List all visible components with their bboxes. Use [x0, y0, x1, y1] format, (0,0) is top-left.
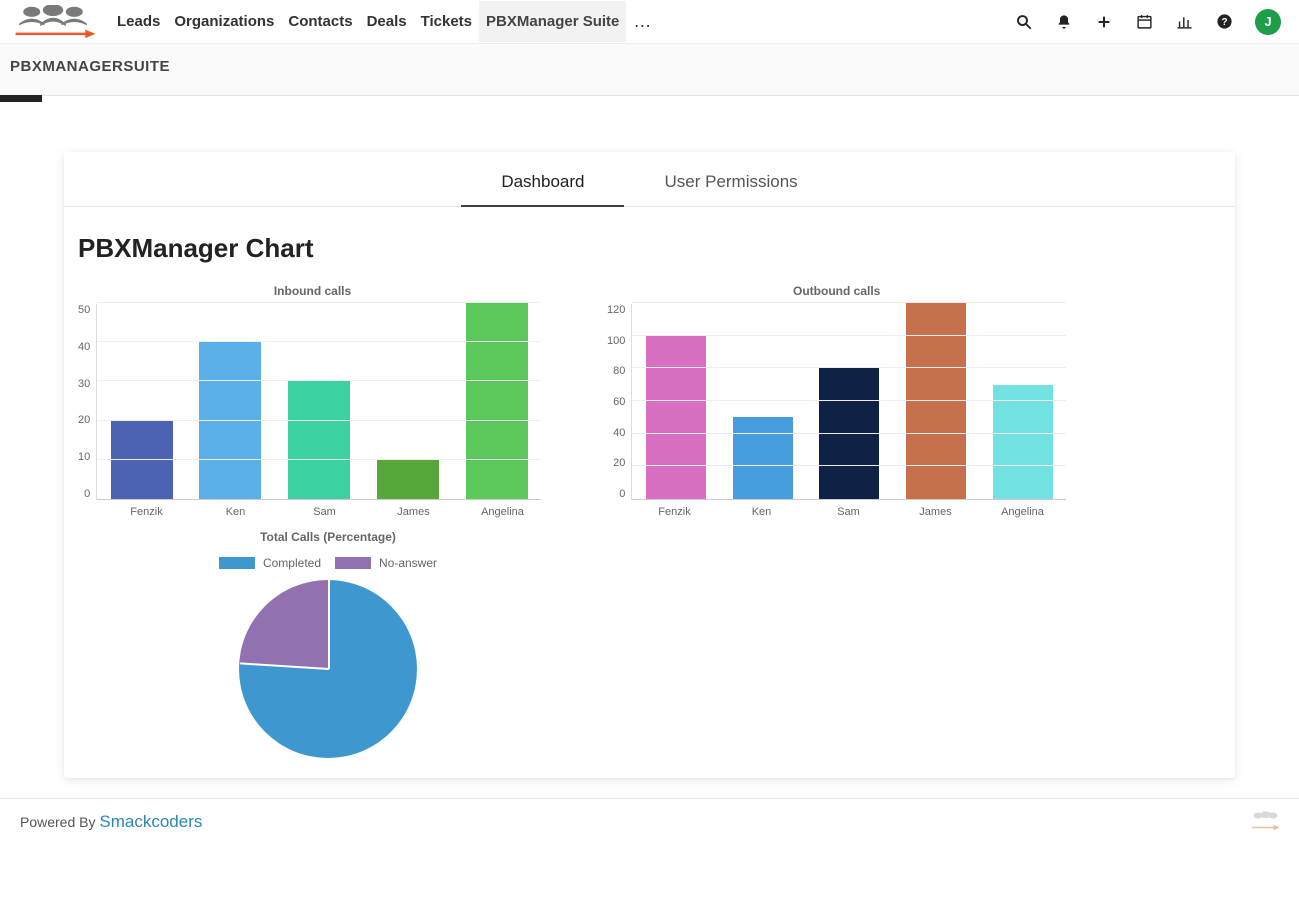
inbound-chart: Inbound calls 50403020100 FenzikKenSamJa… [78, 284, 547, 518]
app-logo [8, 5, 98, 39]
outbound-y-axis: 120100806040200 [607, 304, 631, 500]
card-tabs: DashboardUser Permissions [64, 152, 1235, 207]
user-avatar[interactable]: J [1255, 9, 1281, 35]
chart-icon[interactable] [1175, 13, 1193, 31]
footer-logo-icon [1249, 811, 1279, 833]
nav-tab-pbxmanager-suite[interactable]: PBXManager Suite [479, 1, 626, 42]
card-tab-dashboard[interactable]: Dashboard [461, 152, 624, 206]
bar-sam [288, 381, 350, 499]
bar-fenzik [646, 336, 706, 499]
calendar-icon[interactable] [1135, 13, 1153, 31]
inbound-chart-title: Inbound calls [78, 284, 547, 298]
nav-tab-tickets[interactable]: Tickets [414, 1, 479, 42]
module-tab-stub [0, 95, 42, 102]
plus-icon[interactable] [1095, 13, 1113, 31]
footer-brand-link[interactable]: Smackcoders [99, 812, 202, 831]
outbound-x-axis: FenzikKenSamJamesAngelina [631, 506, 1066, 518]
pie-graphic [239, 580, 417, 758]
nav-tab-leads[interactable]: Leads [110, 1, 167, 42]
nav-tabs: LeadsOrganizationsContactsDealsTicketsPB… [110, 1, 626, 42]
chart-section-title: PBXManager Chart [64, 207, 1235, 284]
pie-title: Total Calls (Percentage) [78, 530, 578, 544]
nav-tab-contacts[interactable]: Contacts [281, 1, 359, 42]
card-tab-user-permissions[interactable]: User Permissions [624, 152, 837, 206]
inbound-y-axis: 50403020100 [78, 304, 96, 500]
nav-more-icon[interactable]: … [632, 12, 652, 32]
search-icon[interactable] [1015, 13, 1033, 31]
svg-text:?: ? [1221, 17, 1227, 28]
module-header: PBXMANAGERSUITE [0, 44, 1299, 96]
nav-tab-deals[interactable]: Deals [360, 1, 414, 42]
pie-legend: Completed No-answer [78, 556, 578, 570]
top-icon-bar: ? J [1015, 9, 1281, 35]
bar-angelina [993, 385, 1053, 499]
outbound-chart: Outbound calls 120100806040200 FenzikKen… [607, 284, 1066, 518]
bar-james [906, 303, 966, 499]
legend-item-completed: Completed [219, 556, 321, 570]
outbound-chart-title: Outbound calls [607, 284, 1066, 298]
bar-sam [819, 368, 879, 499]
dashboard-card: DashboardUser Permissions PBXManager Cha… [64, 152, 1235, 778]
inbound-x-axis: FenzikKenSamJamesAngelina [102, 506, 547, 518]
bar-james [377, 460, 439, 499]
top-nav: LeadsOrganizationsContactsDealsTicketsPB… [0, 0, 1299, 44]
bar-ken [733, 417, 793, 499]
totalcalls-pie: Total Calls (Percentage) Completed No-ans… [64, 518, 1235, 758]
footer: Powered By Smackcoders [0, 798, 1299, 845]
help-icon[interactable]: ? [1215, 13, 1233, 31]
bell-icon[interactable] [1055, 13, 1073, 31]
module-title: PBXMANAGERSUITE [10, 58, 170, 75]
legend-item-no-answer: No-answer [335, 556, 437, 570]
inbound-plot [96, 304, 541, 500]
outbound-plot [631, 304, 1066, 500]
nav-tab-organizations[interactable]: Organizations [167, 1, 281, 42]
bar-angelina [466, 303, 528, 499]
footer-powered-by: Powered By [20, 814, 99, 830]
